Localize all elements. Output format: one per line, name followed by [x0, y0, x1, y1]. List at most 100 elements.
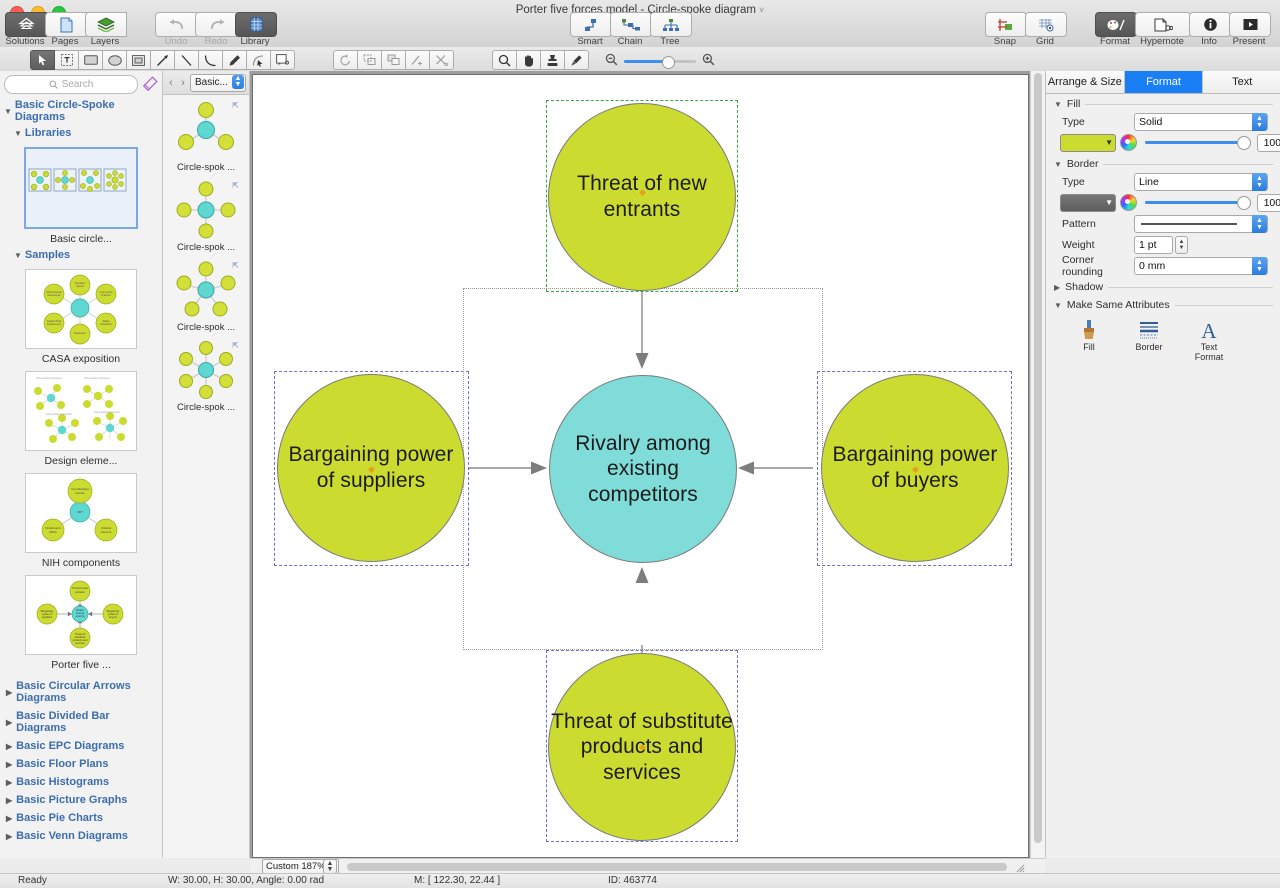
section-header-shadow[interactable]: ▶ Shadow	[1046, 277, 1280, 295]
callout-icon[interactable]	[271, 50, 295, 70]
resize-grip-icon[interactable]	[1013, 861, 1025, 873]
disclosure-triangle-icon[interactable]: ▶	[1054, 283, 1060, 292]
curve-icon[interactable]	[199, 50, 223, 70]
disclosure-triangle-icon[interactable]: ▶	[6, 796, 12, 805]
tree-connector-button[interactable]	[650, 12, 692, 37]
chain-connector-button[interactable]	[610, 12, 652, 37]
section-header-make-same-attributes[interactable]: ▼ Make Same Attributes	[1046, 295, 1280, 313]
fill-type-select[interactable]: Solid ▲ ▼	[1134, 112, 1268, 131]
canvas-vertical-scrollbar[interactable]	[1030, 71, 1045, 858]
grid-button[interactable]	[1025, 12, 1067, 37]
border-weight-input[interactable]: 1 pt	[1134, 235, 1173, 254]
chevron-left-icon[interactable]: ‹	[166, 77, 176, 89]
shape-rivalry-among-existing-competitors[interactable]: Rivalry among existing competitors	[549, 375, 737, 563]
sidebar-group-basic-circle-spoke[interactable]: ▼ Basic Circle-Spoke Diagrams	[0, 97, 162, 125]
rectangle-icon[interactable]	[79, 50, 103, 70]
border-opacity-value[interactable]: 100%	[1257, 193, 1280, 212]
sidebar-category-picture-graphs[interactable]: ▶ Basic Picture Graphs	[0, 791, 162, 809]
group-icon[interactable]	[358, 50, 382, 70]
fill-color-wheel-icon[interactable]	[1120, 134, 1137, 151]
disclosure-triangle-icon[interactable]: ▶	[6, 778, 12, 787]
border-color-swatch[interactable]: ▼	[1060, 193, 1116, 212]
sidebar-group-libraries[interactable]: ▼ Libraries	[0, 125, 162, 141]
bezier-edit-icon[interactable]	[247, 50, 271, 70]
disclosure-triangle-icon[interactable]: ▼	[1054, 160, 1062, 169]
sidebar-group-samples[interactable]: ▼ Samples	[0, 247, 162, 263]
sidebar-category-histograms[interactable]: ▶ Basic Histograms	[0, 773, 162, 791]
canvas-area[interactable]: Threat of new entrants ◆ Bargaining powe…	[250, 71, 1045, 858]
basic-circle-thumbnail[interactable]	[24, 147, 138, 229]
disclosure-triangle-icon[interactable]: ▶	[6, 718, 12, 727]
sample-thumbnail-casa[interactable]: Sensitive Social Other Faculty Documents C…	[25, 269, 137, 349]
stepper-icon[interactable]: ▲ ▼	[1175, 235, 1188, 254]
redo-button[interactable]	[195, 12, 239, 37]
library-thumbnail-item[interactable]: Basic circle...	[0, 147, 162, 245]
library-item[interactable]: ⇱ Circle-spok ...	[163, 259, 249, 333]
hand-tool-icon[interactable]	[517, 50, 541, 70]
disclosure-triangle-icon[interactable]: ▼	[1054, 301, 1062, 310]
fill-opacity-slider[interactable]	[1145, 136, 1251, 150]
present-button[interactable]	[1229, 12, 1271, 37]
sample-item[interactable]: Threat of new entrants Rivalry among existi…	[0, 575, 162, 671]
section-header-fill[interactable]: ▼ Fill	[1046, 94, 1280, 112]
frame-icon[interactable]	[127, 50, 151, 70]
pages-button[interactable]	[45, 12, 87, 37]
stamp-tool-icon[interactable]	[541, 50, 565, 70]
disclosure-triangle-icon[interactable]: ▶	[6, 742, 12, 751]
shape-threat-of-new-entrants[interactable]: Threat of new entrants	[548, 103, 736, 291]
disclosure-triangle-icon[interactable]: ▶	[6, 814, 12, 823]
stepper-icon[interactable]: ▲ ▼	[1252, 256, 1267, 275]
scrollbar-thumb[interactable]	[1034, 73, 1042, 843]
zoom-level-selector[interactable]: Custom 187% ▲ ▼	[262, 859, 339, 874]
sample-item[interactable]: Circle-spoke 4 elements Circle-spoke 4 el…	[0, 371, 162, 467]
stepper-icon[interactable]: ▲ ▼	[1252, 214, 1267, 233]
sidebar-scroll[interactable]: ▼ Basic Circle-Spoke Diagrams ▼ Librarie…	[0, 97, 162, 855]
disclosure-triangle-icon[interactable]: ▶	[6, 760, 12, 769]
chevron-down-icon[interactable]: ▼	[1105, 198, 1113, 207]
rotate-icon[interactable]	[333, 50, 358, 70]
cut-path-icon[interactable]	[430, 50, 454, 70]
stepper-icon[interactable]: ▲ ▼	[1252, 172, 1267, 191]
chevron-down-icon[interactable]: ▼	[1105, 138, 1113, 147]
library-item[interactable]: ⇱ Circle-spok ...	[163, 99, 249, 173]
sidebar-category-epc[interactable]: ▶ Basic EPC Diagrams	[0, 737, 162, 755]
add-point-icon[interactable]	[406, 50, 430, 70]
fill-opacity-value[interactable]: 100%	[1257, 133, 1280, 152]
text-box-icon[interactable]	[55, 50, 79, 70]
zoom-tool-icon[interactable]	[492, 50, 517, 70]
disclosure-triangle-icon[interactable]: ▼	[14, 129, 22, 138]
pen-icon[interactable]	[223, 50, 247, 70]
title-chevron-icon[interactable]: ˅	[759, 5, 764, 15]
sidebar-category-floor-plans[interactable]: ▶ Basic Floor Plans	[0, 755, 162, 773]
sample-thumbnail-design[interactable]: Circle-spoke 4 elements Circle-spoke 4 el…	[25, 371, 137, 451]
make-same-border-button[interactable]: Border	[1128, 319, 1170, 363]
border-color-wheel-icon[interactable]	[1120, 194, 1137, 211]
canvas-zoom-slider[interactable]	[605, 53, 715, 69]
stepper-icon[interactable]: ▲ ▼	[232, 74, 244, 89]
make-same-fill-button[interactable]: Fill	[1068, 319, 1110, 363]
eyedropper-tool-icon[interactable]	[565, 50, 589, 70]
sidebar-category-circular-arrows[interactable]: ▶ Basic Circular Arrows Diagrams	[0, 677, 162, 707]
solutions-button[interactable]	[5, 12, 47, 37]
tab-text[interactable]: Text	[1203, 71, 1280, 93]
stepper-icon[interactable]: ▲ ▼	[1252, 112, 1267, 131]
diagram-page[interactable]: Threat of new entrants ◆ Bargaining powe…	[252, 74, 1029, 858]
smart-connector-button[interactable]	[570, 12, 612, 37]
info-button[interactable]	[1189, 12, 1231, 37]
sample-item[interactable]: Coordinating Center NIH Chairman's Office …	[0, 473, 162, 569]
disclosure-triangle-icon[interactable]: ▼	[4, 107, 12, 116]
border-type-select[interactable]: Line ▲ ▼	[1134, 172, 1268, 191]
canvas-horizontal-scrollbar[interactable]	[347, 862, 1007, 871]
sample-thumbnail-nih[interactable]: Coordinating Center NIH Chairman's Office …	[25, 473, 137, 553]
undo-button[interactable]	[155, 12, 199, 37]
sidebar-category-venn[interactable]: ▶ Basic Venn Diagrams	[0, 827, 162, 845]
library-item[interactable]: ⇱ Circle-spok ...	[163, 179, 249, 253]
arrow-line-icon[interactable]	[151, 50, 175, 70]
snap-button[interactable]	[985, 12, 1027, 37]
disclosure-triangle-icon[interactable]: ▶	[6, 688, 12, 697]
hypernote-button[interactable]	[1135, 12, 1191, 37]
sample-thumbnail-porter[interactable]: Threat of new entrants Rivalry among existi…	[25, 575, 137, 655]
library-item[interactable]: ⇱ Circle-spok ...	[163, 339, 249, 413]
tab-format[interactable]: Format	[1124, 71, 1204, 93]
duplicate-icon[interactable]	[382, 50, 406, 70]
